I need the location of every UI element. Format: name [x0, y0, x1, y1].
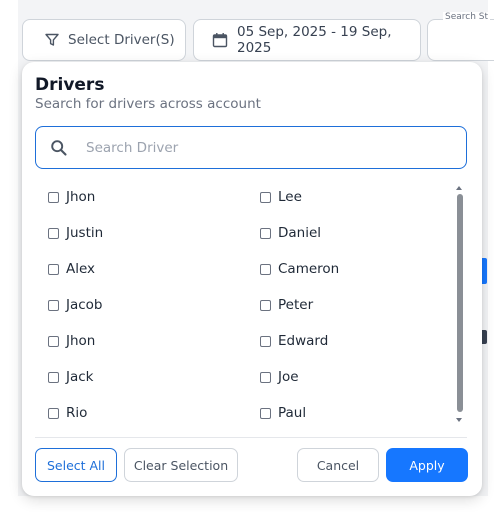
driver-checkbox[interactable] [260, 335, 271, 347]
driver-option[interactable]: Joe [260, 366, 299, 388]
driver-option[interactable]: Jack [48, 366, 94, 388]
driver-name: Paul [278, 405, 307, 421]
driver-name: Jhon [66, 333, 96, 349]
driver-name: Justin [66, 225, 104, 241]
search-icon [51, 139, 67, 156]
search-driver-box [35, 126, 467, 169]
driver-name: Jhon [66, 189, 96, 205]
driver-checkbox[interactable] [260, 227, 271, 239]
driver-option[interactable]: Rio [48, 402, 87, 424]
panel-title: Drivers [35, 75, 105, 95]
driver-option[interactable]: Jhon [48, 330, 95, 352]
driver-name: Jacob [66, 297, 103, 313]
driver-option[interactable]: Paul [260, 402, 306, 424]
scroll-down-arrow[interactable] [456, 418, 462, 422]
search-field[interactable] [427, 19, 494, 61]
driver-option[interactable]: Lee [260, 186, 302, 208]
driver-option[interactable]: Peter [260, 294, 313, 316]
drivers-dropdown-panel: Drivers Search for drivers across accoun… [22, 62, 482, 496]
driver-option[interactable]: Edward [260, 330, 328, 352]
calendar-icon [212, 33, 228, 48]
driver-checkbox[interactable] [48, 299, 59, 311]
driver-option[interactable]: Daniel [260, 222, 321, 244]
driver-checkbox[interactable] [48, 371, 59, 383]
date-range-label: 05 Sep, 2025 - 19 Sep, 2025 [237, 24, 392, 56]
driver-checkbox[interactable] [260, 407, 271, 419]
driver-checkbox[interactable] [260, 371, 271, 383]
select-all-button[interactable]: Select All [35, 448, 117, 482]
filter-icon [45, 33, 59, 46]
driver-option[interactable]: Jacob [48, 294, 103, 316]
driver-name: Edward [278, 333, 329, 349]
driver-name: Peter [278, 297, 314, 313]
driver-option[interactable]: Alex [48, 258, 95, 280]
driver-checkbox[interactable] [260, 263, 271, 275]
scrollbar-thumb[interactable] [457, 194, 463, 412]
driver-checkbox[interactable] [48, 263, 59, 275]
apply-button[interactable]: Apply [386, 448, 468, 482]
select-driver-button[interactable]: Select Driver(S) [22, 19, 186, 61]
driver-checkbox[interactable] [48, 407, 59, 419]
footer-divider [35, 437, 467, 438]
driver-checkbox[interactable] [48, 191, 59, 203]
driver-checkbox[interactable] [260, 191, 271, 203]
driver-option[interactable]: Justin [48, 222, 103, 244]
driver-option[interactable]: Cameron [260, 258, 339, 280]
driver-checkbox[interactable] [260, 299, 271, 311]
driver-name: Jack [66, 369, 94, 385]
driver-list: Jhon Justin Alex Jacob Jhon Jack Rio Lee Daniel C… [48, 182, 448, 432]
date-range-button[interactable]: 05 Sep, 2025 - 19 Sep, 2025 [193, 19, 421, 61]
driver-name: Rio [66, 405, 88, 421]
driver-name: Lee [278, 189, 302, 205]
scroll-up-arrow[interactable] [456, 186, 462, 190]
driver-name: Alex [66, 261, 96, 277]
select-driver-label: Select Driver(S) [68, 32, 175, 48]
panel-subtitle: Search for drivers across account [35, 96, 261, 112]
driver-name: Cameron [278, 261, 340, 277]
search-field-label: Search St [443, 12, 491, 22]
driver-checkbox[interactable] [48, 335, 59, 347]
driver-option[interactable]: Jhon [48, 186, 95, 208]
cancel-button[interactable]: Cancel [297, 448, 379, 482]
driver-checkbox[interactable] [48, 227, 59, 239]
driver-name: Joe [278, 369, 299, 385]
search-driver-input[interactable] [86, 139, 446, 156]
clear-selection-button[interactable]: Clear Selection [124, 448, 238, 482]
driver-name: Daniel [278, 225, 322, 241]
